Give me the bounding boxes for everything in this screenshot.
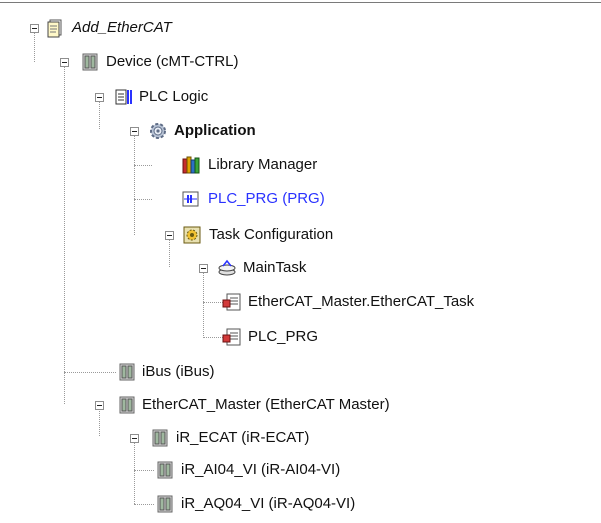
node-label: iR_AI04_VI (iR-AI04-VI) — [181, 461, 341, 478]
node-label: PLC_PRG — [248, 328, 319, 345]
tree-node-plc-prg[interactable]: PLC_PRG (PRG) — [0, 189, 380, 209]
tree-node-ir-ecat[interactable]: iR_ECAT (iR-ECAT) — [0, 428, 380, 448]
tree-node-device[interactable]: Device (cMT-CTRL) — [0, 52, 320, 72]
program-call-icon — [222, 327, 242, 347]
collapse-toggle[interactable] — [165, 231, 174, 240]
tree-node-ethercat-master[interactable]: EtherCAT_Master (EtherCAT Master) — [0, 395, 480, 415]
tree-node-main-task[interactable]: MainTask — [0, 258, 380, 278]
tree-node-task-configuration[interactable]: Task Configuration — [0, 225, 380, 245]
tree-node-plc-prg-call[interactable]: PLC_PRG — [0, 327, 380, 347]
collapse-toggle[interactable] — [130, 434, 139, 443]
tree-node-ethercat-task[interactable]: EtherCAT_Master.EtherCAT_Task — [0, 292, 598, 312]
application-gear-icon — [148, 121, 168, 141]
collapse-toggle[interactable] — [60, 58, 69, 67]
device-icon — [117, 362, 137, 382]
tree-node-root[interactable]: Add_EtherCAT — [0, 18, 260, 38]
node-label: MainTask — [243, 259, 307, 276]
device-tree: Add_EtherCAT Device (cMT-CTRL) PLC Logic… — [0, 0, 601, 523]
task-icon — [217, 258, 237, 278]
collapse-toggle[interactable] — [199, 264, 208, 273]
node-label: Library Manager — [208, 156, 318, 173]
tree-connector — [134, 131, 135, 235]
node-label: PLC_PRG (PRG) — [208, 190, 325, 207]
tree-node-ibus[interactable]: iBus (iBus) — [0, 362, 300, 382]
node-label: iR_ECAT (iR-ECAT) — [176, 429, 310, 446]
collapse-toggle[interactable] — [130, 127, 139, 136]
device-icon — [117, 395, 137, 415]
collapse-toggle[interactable] — [95, 93, 104, 102]
program-pou-icon — [181, 189, 201, 209]
program-call-icon — [222, 292, 242, 312]
project-file-icon — [46, 18, 66, 38]
node-label: EtherCAT_Master (EtherCAT Master) — [142, 396, 390, 413]
node-label: Add_EtherCAT — [72, 19, 172, 36]
node-label: EtherCAT_Master.EtherCAT_Task — [248, 293, 475, 310]
library-books-icon — [181, 155, 201, 175]
collapse-toggle[interactable] — [30, 24, 39, 33]
node-label: iR_AQ04_VI (iR-AQ04-VI) — [181, 495, 356, 512]
device-icon — [155, 494, 175, 514]
tree-node-plc-logic[interactable]: PLC Logic — [0, 87, 280, 107]
collapse-toggle[interactable] — [95, 401, 104, 410]
tree-node-ir-ai04[interactable]: iR_AI04_VI (iR-AI04-VI) — [0, 460, 460, 480]
tree-node-library-manager[interactable]: Library Manager — [0, 155, 380, 175]
plc-logic-icon — [114, 87, 134, 107]
node-label: PLC Logic — [139, 88, 209, 105]
node-label: Application — [174, 122, 256, 139]
node-label: Task Configuration — [209, 226, 334, 243]
device-icon — [150, 428, 170, 448]
device-icon — [155, 460, 175, 480]
tree-node-ir-aq04[interactable]: iR_AQ04_VI (iR-AQ04-VI) — [0, 494, 460, 514]
task-configuration-icon — [182, 225, 202, 245]
node-label: Device (cMT-CTRL) — [106, 53, 239, 70]
device-icon — [80, 52, 100, 72]
tree-node-application[interactable]: Application — [0, 121, 320, 141]
node-label: iBus (iBus) — [142, 363, 215, 380]
